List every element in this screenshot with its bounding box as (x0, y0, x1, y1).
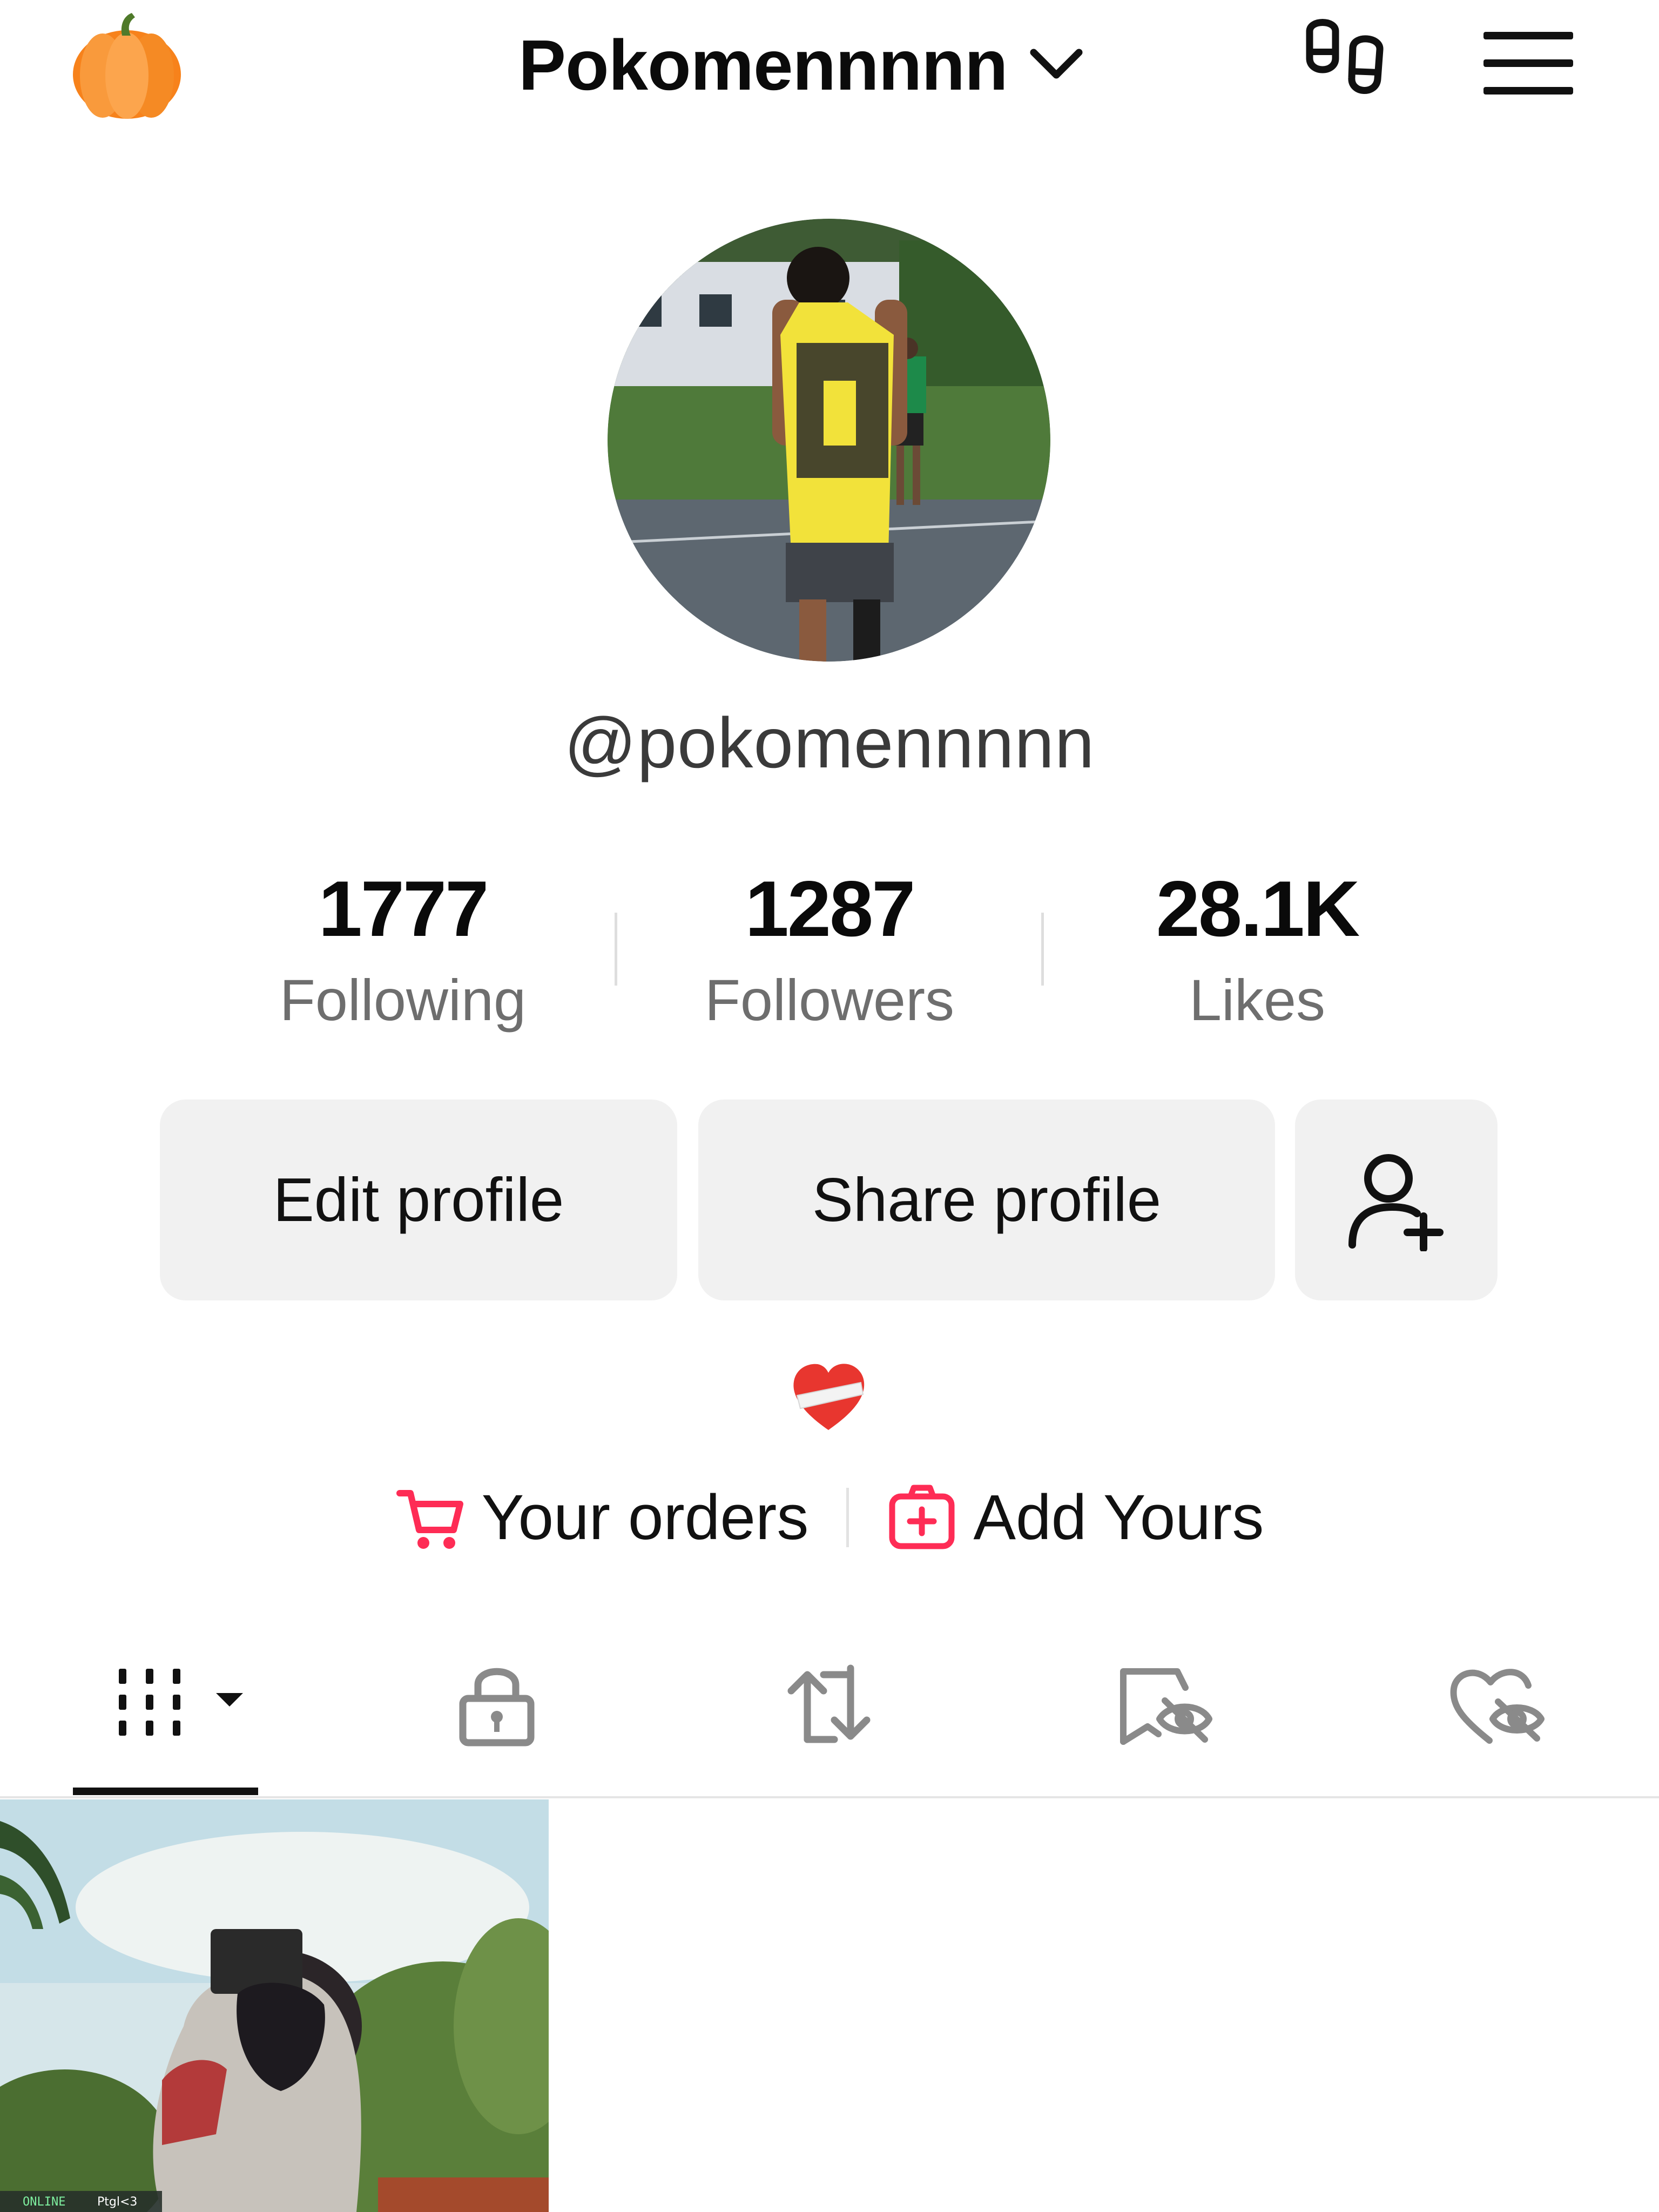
tab-favorites[interactable] (1115, 1661, 1212, 1747)
hud-player-name: Ptgl<3 (97, 2195, 137, 2209)
bookmark-hidden-icon (1120, 1668, 1212, 1745)
stat-followers-label: Followers (704, 967, 955, 1033)
tab-bar-divider (0, 1796, 1659, 1798)
tab-videos[interactable] (116, 1661, 251, 1747)
cart-icon (396, 1490, 463, 1549)
active-tab-indicator (73, 1788, 258, 1795)
avatar[interactable] (608, 219, 1050, 662)
chevron-down-icon (1030, 49, 1083, 79)
add-friends-button[interactable] (1295, 1100, 1498, 1300)
video-thumbnail[interactable]: ONLINE Ptgl<3 (0, 1799, 549, 2212)
stat-likes-label: Likes (1189, 967, 1326, 1033)
edit-profile-button[interactable]: Edit profile (160, 1100, 677, 1300)
stat-following-value: 1777 (318, 865, 489, 953)
profile-username-title: Pokomennnnn (518, 25, 1008, 105)
lock-icon (459, 1668, 535, 1746)
username-switcher[interactable]: Pokomennnnn (518, 22, 1083, 108)
stat-followers-value: 1287 (745, 865, 916, 953)
add-yours-icon (889, 1485, 955, 1549)
stat-divider (615, 913, 617, 986)
repost-icon (787, 1664, 871, 1743)
stat-likes-value: 28.1K (1156, 865, 1360, 953)
grid-icon (119, 1669, 180, 1736)
menu-icon[interactable] (1482, 30, 1574, 97)
stat-following-label: Following (279, 967, 527, 1033)
your-orders-link[interactable]: Your orders (395, 1481, 809, 1554)
pumpkin-icon[interactable] (70, 10, 184, 120)
tab-private[interactable] (456, 1661, 537, 1747)
add-yours-link[interactable]: Add Yours (887, 1481, 1264, 1554)
video-thumbnail-image: ONLINE Ptgl<3 (0, 1799, 549, 2212)
heart-hidden-icon (1450, 1669, 1545, 1744)
mending-heart-icon (793, 1364, 865, 1430)
add-user-icon (1348, 1154, 1444, 1251)
footprints-icon[interactable] (1299, 15, 1391, 110)
add-yours-label: Add Yours (973, 1482, 1264, 1553)
profile-handle: @pokomennnnn (564, 703, 1095, 783)
stat-followers[interactable]: 1287 Followers (657, 869, 1002, 1029)
stat-following[interactable]: 1777 Following (230, 869, 576, 1029)
profile-links-row: Your orders Add Yours (0, 1469, 1659, 1566)
share-profile-button[interactable]: Share profile (698, 1100, 1275, 1300)
stat-likes[interactable]: 28.1K Likes (1084, 869, 1430, 1029)
link-divider (846, 1488, 849, 1547)
hud-status: ONLINE (23, 2195, 65, 2209)
tab-liked[interactable] (1447, 1661, 1545, 1747)
tab-reposts[interactable] (780, 1661, 878, 1747)
stat-divider (1041, 913, 1044, 986)
your-orders-label: Your orders (481, 1482, 809, 1553)
caret-down-icon (216, 1693, 243, 1707)
